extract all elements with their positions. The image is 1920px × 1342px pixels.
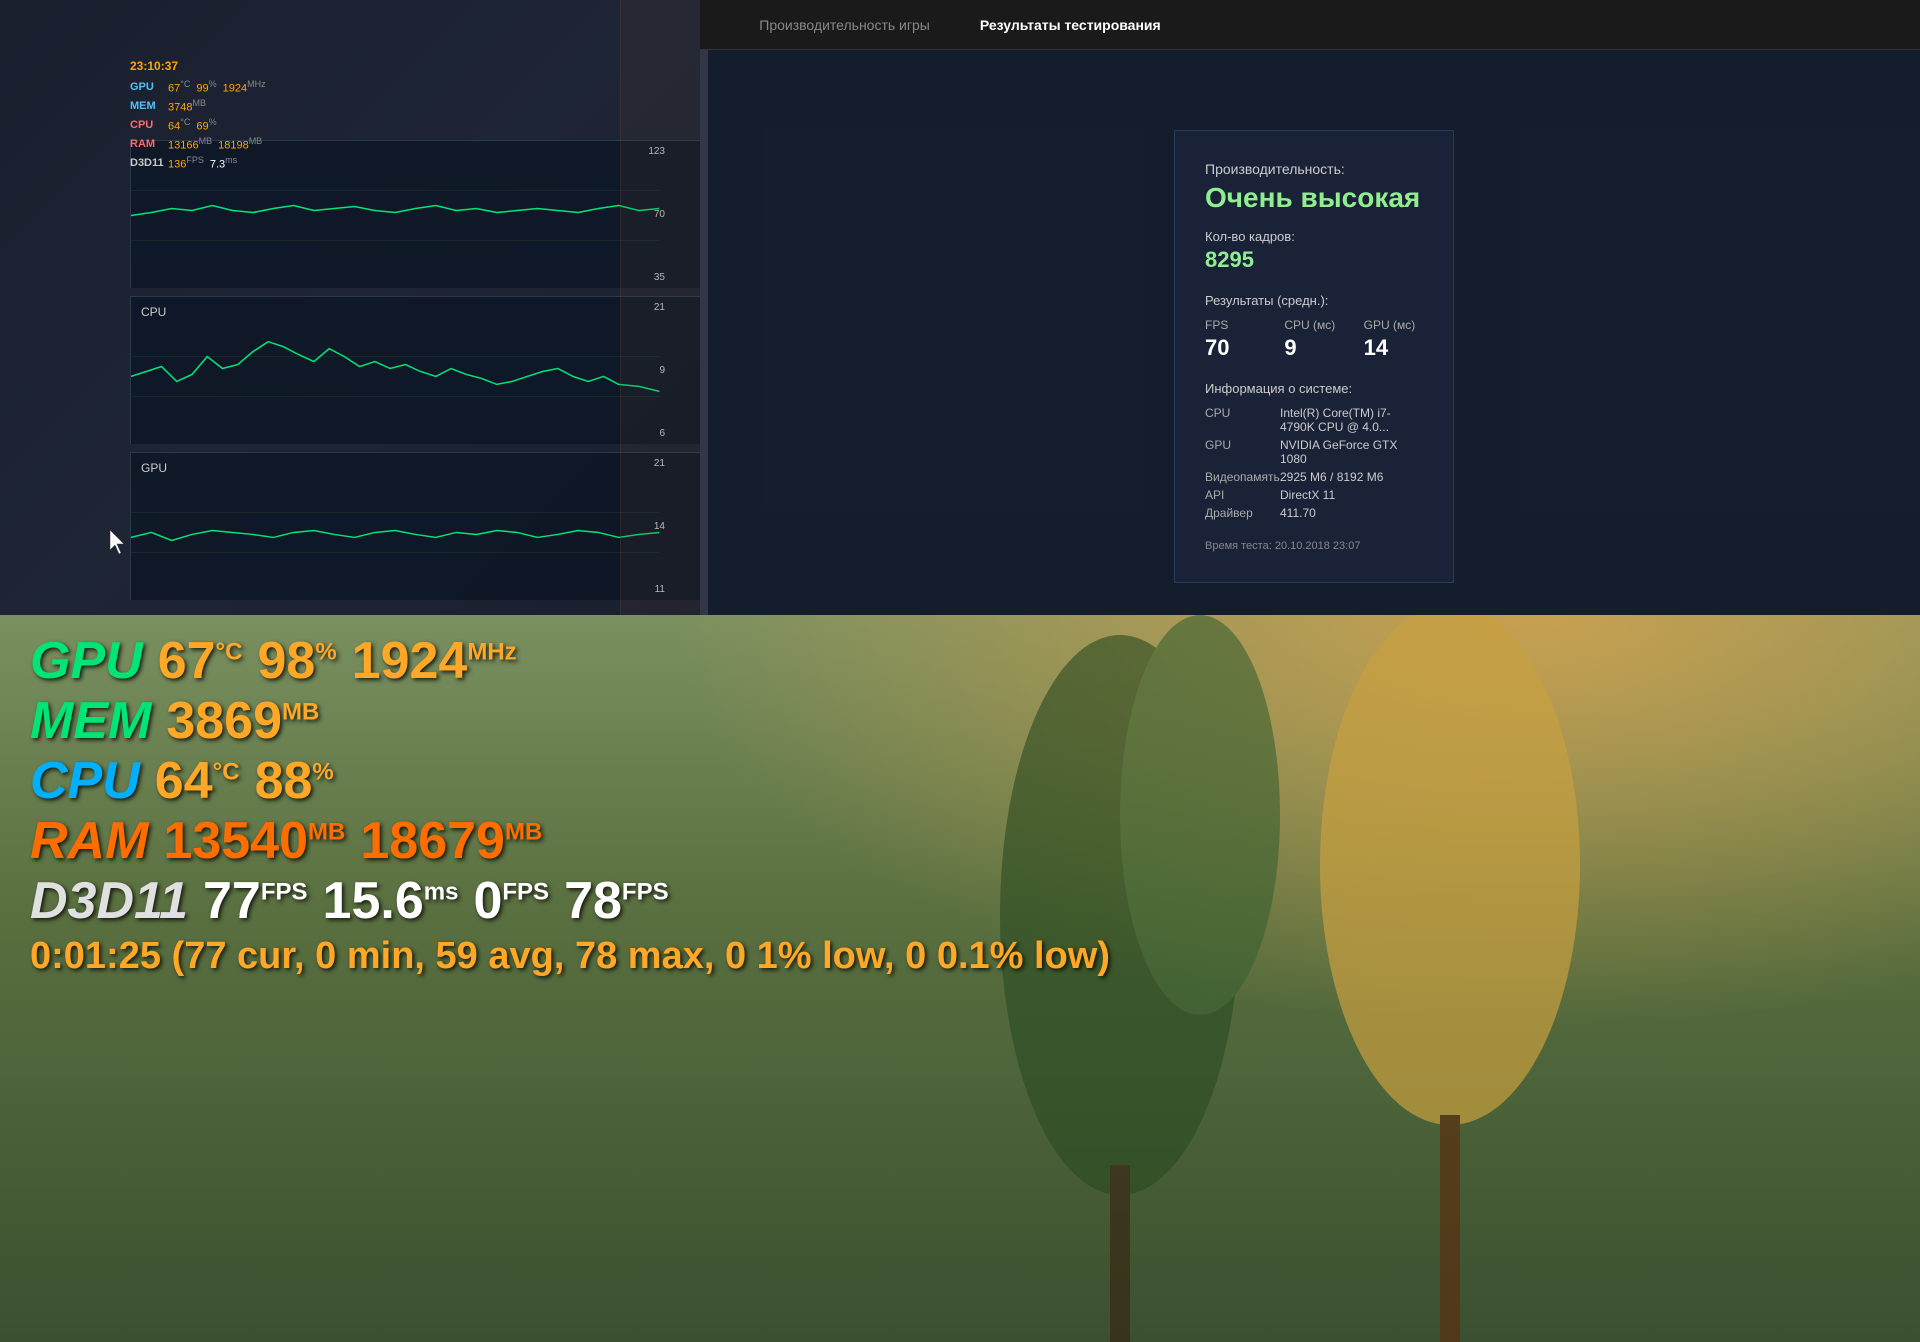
hud-cpu-load: 69% <box>196 116 216 135</box>
perf-value: Очень высокая <box>1205 182 1423 214</box>
hieroglyphic-decoration <box>620 0 700 615</box>
bhud-d3d-row: D3D11 77FPS 15.6ms 0FPS 78FPS <box>30 875 1110 927</box>
cursor <box>110 530 130 554</box>
hud-gpu-row: GPU 67°C 99% 1924MHz <box>130 78 266 97</box>
tree-decoration-2 <box>1270 615 1620 1342</box>
sys-driver-key: Драйвер <box>1205 506 1280 520</box>
test-time: Время теста: 20.10.2018 23:07 <box>1205 540 1423 552</box>
hud-ram-val1: 13166MB <box>168 135 212 154</box>
sys-gpu-key: GPU <box>1205 438 1280 466</box>
sys-cpu-key: CPU <box>1205 406 1280 434</box>
avg-label: Результаты (средн.): <box>1205 293 1423 308</box>
fps-metric: FPS 70 <box>1205 318 1264 361</box>
fps-value: 70 <box>1205 335 1264 361</box>
cpu-metric: CPU (мс) 9 <box>1284 318 1343 361</box>
hud-d3d-label: D3D11 <box>130 156 162 171</box>
hud-cpu-label: CPU <box>130 118 162 133</box>
sys-cpu-row: CPU Intel(R) Core(TM) i7-4790K CPU @ 4.0… <box>1205 406 1423 434</box>
sys-driver-row: Драйвер 411.70 <box>1205 506 1423 520</box>
bhud-d3d-fps3: 78FPS <box>564 875 669 927</box>
sys-api-val: DirectX 11 <box>1280 488 1335 502</box>
bhud-ram-val1: 13540MB <box>163 815 345 867</box>
bottom-hud: GPU 67°C 98% 1924MHz MEM 3869MB CPU 64°C… <box>30 635 1110 978</box>
bhud-summary: 0:01:25 (77 cur, 0 min, 59 avg, 78 max, … <box>30 935 1110 978</box>
hud-gpu-load: 99% <box>196 78 216 97</box>
cpu-graph-label: CPU <box>141 305 166 319</box>
panel-separator <box>700 0 708 615</box>
cpu-graph-svg <box>131 297 700 444</box>
right-panel: Производительность: Очень высокая Кол-во… <box>708 0 1920 615</box>
bhud-mem-val: 3869MB <box>166 695 319 747</box>
bhud-mem-row: MEM 3869MB <box>30 695 1110 747</box>
bhud-mem-label: MEM <box>30 695 151 747</box>
hud-d3d-fps: 136FPS <box>168 154 204 173</box>
sys-vram-key: Видеопамять <box>1205 470 1280 484</box>
hud-stats: 23:10:37 GPU 67°C 99% 1924MHz MEM 3748MB… <box>130 58 266 173</box>
frames-value: 8295 <box>1205 247 1423 273</box>
gpu-graph-label: GPU <box>141 461 167 475</box>
gpu-ms-header: GPU (мс) <box>1364 318 1423 332</box>
bhud-cpu-row: CPU 64°C 88% <box>30 755 1110 807</box>
bhud-d3d-label: D3D11 <box>30 875 188 927</box>
cpu-graph: CPU 21 9 6 <box>130 296 700 444</box>
bhud-ram-val2: 18679MB <box>360 815 542 867</box>
hud-ram-val2: 18198MB <box>218 135 262 154</box>
hud-cpu-row: CPU 64°C 69% <box>130 116 266 135</box>
bhud-d3d-fps: 77FPS <box>203 875 308 927</box>
tab-performance[interactable]: Производительность игры <box>749 12 940 38</box>
bhud-gpu-clock: 1924MHz <box>352 635 517 687</box>
hud-gpu-clock: 1924MHz <box>223 78 266 97</box>
hud-mem-val: 3748MB <box>168 97 206 116</box>
bhud-ram-label: RAM <box>30 815 148 867</box>
fps-header: FPS <box>1205 318 1264 332</box>
left-panel: 23:10:37 GPU 67°C 99% 1924MHz MEM 3748MB… <box>0 0 700 615</box>
graphs-area: 123 70 35 CPU 21 9 <box>130 140 700 615</box>
bhud-gpu-temp: 67°C <box>158 635 243 687</box>
hud-ram-label: RAM <box>130 137 162 152</box>
cpu-ms-header: CPU (мс) <box>1284 318 1343 332</box>
sys-api-key: API <box>1205 488 1280 502</box>
top-section: Производительность игры Результаты тести… <box>0 0 1920 615</box>
perf-label: Производительность: <box>1205 161 1423 177</box>
hud-time: 23:10:37 <box>130 58 266 75</box>
hud-ram-row: RAM 13166MB 18198MB <box>130 135 266 154</box>
bhud-ram-row: RAM 13540MB 18679MB <box>30 815 1110 867</box>
cpu-ms-value: 9 <box>1284 335 1343 361</box>
hud-mem-row: MEM 3748MB <box>130 97 266 116</box>
bhud-cpu-label: CPU <box>30 755 140 807</box>
bhud-d3d-fps2: 0FPS <box>473 875 549 927</box>
sys-vram-row: Видеопамять 2925 М6 / 8192 М6 <box>1205 470 1423 484</box>
bhud-gpu-row: GPU 67°C 98% 1924MHz <box>30 635 1110 687</box>
gpu-metric: GPU (мс) 14 <box>1364 318 1423 361</box>
hud-d3d-ms: 7.3ms <box>210 154 237 173</box>
sys-vram-val: 2925 М6 / 8192 М6 <box>1280 470 1383 484</box>
sys-cpu-val: Intel(R) Core(TM) i7-4790K CPU @ 4.0... <box>1280 406 1423 434</box>
hud-mem-label: MEM <box>130 99 162 114</box>
bhud-gpu-load: 98% <box>257 635 336 687</box>
tab-results[interactable]: Результаты тестирования <box>970 12 1171 38</box>
results-card: Производительность: Очень высокая Кол-во… <box>1174 130 1454 583</box>
hud-d3d-row: D3D11 136FPS 7.3ms <box>130 154 266 173</box>
gpu-graph: GPU 21 14 11 <box>130 452 700 600</box>
metrics-row: FPS 70 CPU (мс) 9 GPU (мс) 14 <box>1205 318 1423 361</box>
sys-gpu-row: GPU NVIDIA GeForce GTX 1080 <box>1205 438 1423 466</box>
bhud-d3d-ms: 15.6ms <box>323 875 459 927</box>
sys-gpu-val: NVIDIA GeForce GTX 1080 <box>1280 438 1423 466</box>
hud-gpu-temp: 67°C <box>168 78 190 97</box>
sys-api-row: API DirectX 11 <box>1205 488 1423 502</box>
bhud-gpu-label: GPU <box>30 635 143 687</box>
bhud-cpu-temp: 64°C <box>155 755 240 807</box>
sys-driver-val: 411.70 <box>1280 506 1316 520</box>
bhud-cpu-load: 88% <box>255 755 334 807</box>
sys-info-label: Информация о системе: <box>1205 381 1423 396</box>
gpu-graph-svg <box>131 453 700 600</box>
gpu-ms-value: 14 <box>1364 335 1423 361</box>
hud-cpu-temp: 64°C <box>168 116 190 135</box>
hud-gpu-label: GPU <box>130 80 162 95</box>
bottom-section: GPU 67°C 98% 1924MHz MEM 3869MB CPU 64°C… <box>0 615 1920 1342</box>
frames-label: Кол-во кадров: <box>1205 229 1423 244</box>
